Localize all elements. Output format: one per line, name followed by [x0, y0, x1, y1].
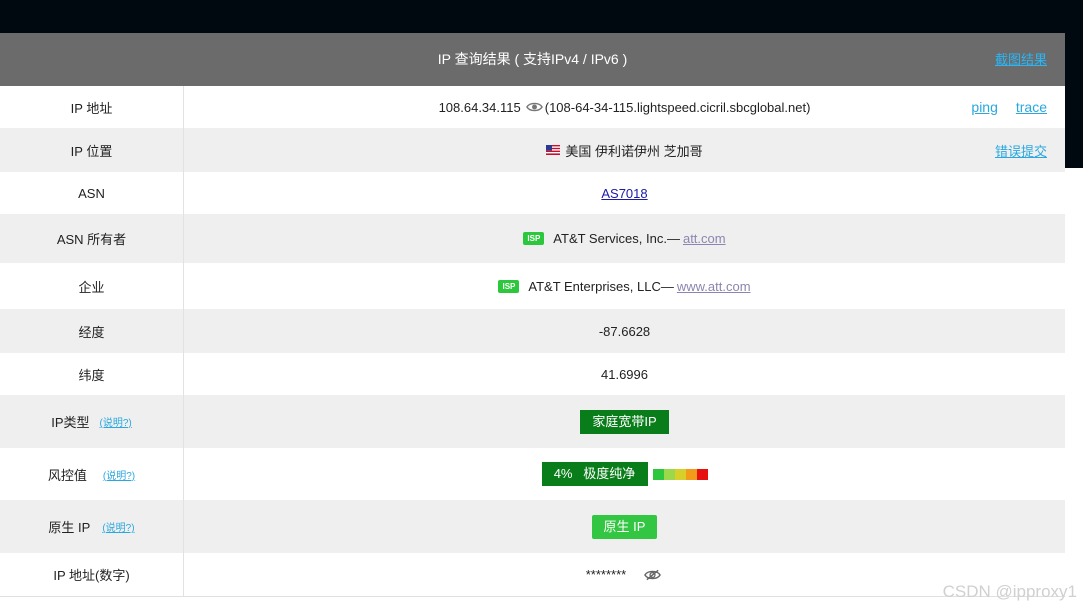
risk-scale-segment: [652, 468, 664, 480]
ip-address-value: 108.64.34.115: [438, 99, 521, 115]
row-asn: ASN AS7018: [0, 172, 1065, 214]
latitude-value: 41.6996: [601, 366, 648, 382]
asn-owner-name: AT&T Services, Inc.—: [553, 231, 680, 246]
ip-value-cell: 108.64.34.115 (108-64-34-115.lightspeed.…: [184, 86, 1065, 128]
ip-actions: ping trace: [971, 86, 1047, 128]
risk-scale: [652, 468, 708, 480]
result-title: IP 查询结果 ( 支持IPv4 / IPv6 ): [437, 51, 628, 67]
ip-type-help-link[interactable]: (说明?): [100, 414, 132, 429]
location-value: 美国 伊利诺伊州 芝加哥: [565, 143, 703, 159]
row-longitude: 经度 -87.6628: [0, 309, 1065, 353]
risk-help-link[interactable]: (说明?): [103, 467, 135, 482]
asn-value-cell: AS7018: [184, 172, 1065, 214]
report-error-link[interactable]: 错误提交: [995, 141, 1047, 160]
csdn-watermark: CSDN @ipproxy1: [942, 582, 1077, 601]
location-value-cell: 美国 伊利诺伊州 芝加哥: [184, 128, 1065, 172]
longitude-value: -87.6628: [598, 323, 651, 339]
row-label: 企业: [0, 263, 184, 309]
row-native-ip: 原生 IP (说明?) 原生 IP: [0, 500, 1065, 553]
asn-link[interactable]: AS7018: [601, 186, 647, 201]
company-domain-link[interactable]: www.att.com: [677, 279, 751, 294]
ip-type-badge: 家庭宽带IP: [580, 409, 669, 434]
eye-off-icon[interactable]: [644, 569, 662, 581]
top-dark-bar: [0, 0, 1083, 33]
ip-hostname: (108-64-34-115.lightspeed.cicril.sbcglob…: [544, 99, 811, 115]
risk-scale-segment: [663, 468, 675, 480]
asn-owner-domain-link[interactable]: att.com: [683, 231, 726, 246]
row-label: 纬度: [0, 353, 184, 395]
row-asn-owner: ASN 所有者 ISP AT&T Services, Inc.— att.com: [0, 214, 1065, 263]
row-company: 企业 ISP AT&T Enterprises, LLC— www.att.co…: [0, 263, 1065, 309]
asn-owner-value-cell: ISP AT&T Services, Inc.— att.com: [184, 214, 1065, 263]
row-label: IP 地址(数字): [0, 553, 184, 596]
row-label-cell: 原生 IP (说明?): [0, 500, 184, 553]
risk-scale-segment: [685, 468, 697, 480]
row-label: 风控值: [47, 467, 87, 483]
row-ip-location: IP 位置 美国 伊利诺伊州 芝加哥 错误提交: [0, 128, 1065, 172]
native-help-link[interactable]: (说明?): [102, 519, 134, 534]
isp-badge: ISP: [498, 279, 520, 293]
row-label: ASN: [0, 172, 184, 214]
risk-scale-segment: [674, 468, 686, 480]
row-label-cell: 风控值 (说明?): [0, 448, 184, 500]
trace-link[interactable]: trace: [1016, 99, 1047, 115]
row-label: 经度: [0, 309, 184, 353]
row-ip-address: IP 地址 108.64.34.115 (108-64-34-115.light…: [0, 86, 1065, 128]
row-label: IP类型: [51, 415, 90, 430]
us-flag-icon: [546, 145, 561, 155]
screenshot-result-link[interactable]: 截图结果: [995, 33, 1047, 86]
row-ip-numeric: IP 地址(数字) ********: [0, 553, 1065, 596]
native-value-cell: 原生 IP: [184, 500, 1065, 553]
row-label: ASN 所有者: [0, 214, 184, 263]
row-latitude: 纬度 41.6996: [0, 353, 1065, 395]
row-ip-type: IP类型 (说明?) 家庭宽带IP: [0, 395, 1065, 448]
row-label: IP 地址: [0, 86, 184, 128]
row-label: 原生 IP: [48, 520, 91, 535]
isp-badge: ISP: [523, 232, 545, 245]
ip-type-value-cell: 家庭宽带IP: [184, 395, 1065, 448]
row-label-cell: IP类型 (说明?): [0, 395, 184, 448]
right-dark-edge: [1065, 33, 1083, 168]
company-value-cell: ISP AT&T Enterprises, LLC— www.att.com: [184, 263, 1065, 309]
table-bottom-border: [0, 596, 1065, 597]
row-label: IP 位置: [0, 128, 184, 172]
longitude-value-cell: -87.6628: [184, 309, 1065, 353]
risk-scale-segment: [696, 468, 708, 480]
eye-icon[interactable]: [525, 101, 543, 113]
result-header: IP 查询结果 ( 支持IPv4 / IPv6 ) 截图结果: [0, 33, 1065, 86]
ping-link[interactable]: ping: [971, 99, 997, 115]
location-actions: 错误提交: [995, 128, 1047, 172]
ip-numeric-value-cell: ********: [184, 553, 1065, 596]
native-ip-badge: 原生 IP: [591, 514, 658, 539]
latitude-value-cell: 41.6996: [184, 353, 1065, 395]
company-name: AT&T Enterprises, LLC—: [528, 278, 674, 294]
risk-score-badge: 4% 极度纯净: [541, 462, 648, 486]
row-risk-score: 风控值 (说明?) 4% 极度纯净: [0, 448, 1065, 500]
risk-value-cell: 4% 极度纯净: [184, 448, 1065, 500]
ip-numeric-value: ********: [585, 567, 627, 582]
